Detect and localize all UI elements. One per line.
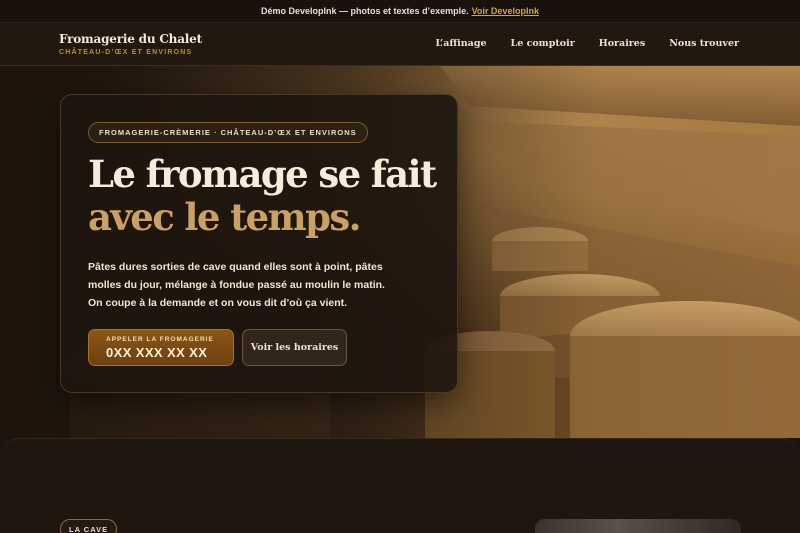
hero-headline-line2: avec le temps. bbox=[88, 195, 361, 239]
view-hours-button[interactable]: Voir les horaires bbox=[242, 329, 347, 366]
nav-item-affinage[interactable]: L’affinage bbox=[436, 38, 487, 49]
demo-banner: Démo DevelopInk — photos et textes d’exe… bbox=[0, 0, 800, 23]
cave-image bbox=[535, 519, 741, 533]
call-button-number: 0XX XXX XX XX bbox=[106, 345, 208, 360]
demo-banner-link[interactable]: Voir DevelopInk bbox=[472, 6, 539, 16]
demo-banner-text: Démo DevelopInk — photos et textes d’exe… bbox=[261, 6, 469, 16]
brand[interactable]: Fromagerie du Chalet CHÂTEAU-D’ŒX ET ENV… bbox=[59, 32, 202, 56]
site-header: Fromagerie du Chalet CHÂTEAU-D’ŒX ET ENV… bbox=[0, 23, 800, 66]
hero-lead: Pâtes dures sorties de cave quand elles … bbox=[88, 261, 385, 309]
cave-section: LA CAVE bbox=[0, 438, 800, 533]
call-button-label: APPELER LA FROMAGERIE bbox=[106, 336, 214, 343]
hero-headline: Le fromage se fait avec le temps. bbox=[88, 152, 437, 239]
hero-card: FROMAGERIE-CRÈMERIE · CHÂTEAU-D’ŒX ET EN… bbox=[60, 94, 458, 393]
brand-name: Fromagerie du Chalet bbox=[59, 32, 202, 46]
nav-item-horaires[interactable]: Horaires bbox=[599, 38, 645, 49]
nav-item-nous-trouver[interactable]: Nous trouver bbox=[669, 38, 739, 49]
call-shop-button[interactable]: APPELER LA FROMAGERIE 0XX XXX XX XX bbox=[88, 329, 234, 366]
nav-item-comptoir[interactable]: Le comptoir bbox=[511, 38, 575, 49]
section-tag-cave: LA CAVE bbox=[60, 519, 118, 533]
brand-tagline: CHÂTEAU-D’ŒX ET ENVIRONS bbox=[59, 49, 193, 56]
hero-headline-line1: Le fromage se fait bbox=[88, 152, 437, 196]
hero-badge: FROMAGERIE-CRÈMERIE · CHÂTEAU-D’ŒX ET EN… bbox=[88, 122, 368, 143]
main-nav: L’affinage Le comptoir Horaires Nous tro… bbox=[436, 38, 740, 49]
